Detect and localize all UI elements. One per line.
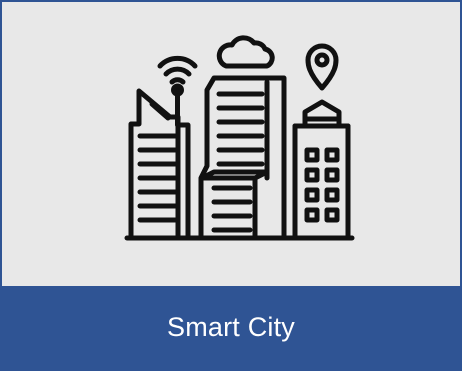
smart-city-card[interactable]: Smart City [0, 0, 462, 371]
cloud-icon [216, 35, 275, 69]
right-building-icon [292, 99, 351, 241]
card-footer: Smart City [2, 286, 460, 369]
location-pin-icon [305, 43, 339, 91]
card-title: Smart City [166, 312, 295, 342]
smart-city-icon [2, 2, 460, 286]
middle-building-icon [198, 75, 287, 241]
wifi-icon [157, 55, 198, 118]
